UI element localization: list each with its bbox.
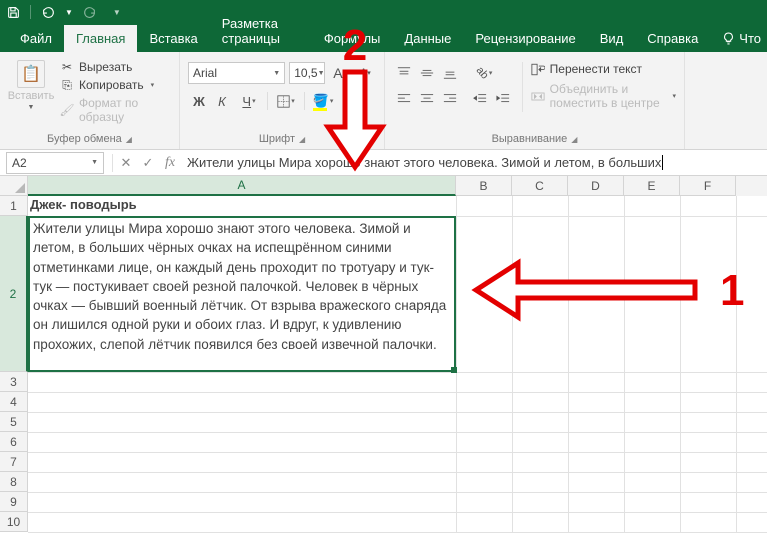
enter-button[interactable]: ✓	[137, 152, 159, 174]
align-bottom-button[interactable]	[439, 62, 461, 84]
row-header-10[interactable]: 10	[0, 512, 28, 532]
undo-icon[interactable]	[41, 5, 55, 19]
row-header-1[interactable]: 1	[0, 196, 28, 216]
font-size-select[interactable]: 10,5▼	[289, 62, 325, 84]
format-painter-button: 🖌Формат по образцу	[60, 96, 171, 124]
tab-review[interactable]: Рецензирование	[463, 25, 587, 52]
tab-insert[interactable]: Вставка	[137, 25, 209, 52]
italic-button[interactable]: К	[211, 90, 233, 112]
name-box[interactable]: A2▼	[6, 152, 104, 174]
col-header-f[interactable]: F	[680, 176, 736, 196]
align-middle-button[interactable]	[416, 62, 438, 84]
quick-access-toolbar: ▼ ▼	[0, 0, 767, 24]
decrease-font-button[interactable]: A▾	[355, 62, 376, 84]
select-all-button[interactable]	[0, 176, 28, 196]
tab-formulas[interactable]: Формулы	[312, 25, 393, 52]
tab-view[interactable]: Вид	[588, 25, 636, 52]
brush-icon: 🖌	[60, 103, 74, 117]
cell-a1[interactable]: Джек- поводырь	[30, 197, 137, 212]
orientation-button[interactable]: ab▾	[469, 62, 499, 84]
save-icon[interactable]	[6, 5, 20, 19]
qat-customize-icon[interactable]: ▼	[113, 8, 121, 17]
group-clipboard: 📋 Вставить ▼ ✂Вырезать ⎘Копировать▾ 🖌Фор…	[0, 52, 180, 149]
align-left-button[interactable]	[393, 88, 415, 110]
dialog-launcher-icon[interactable]: ◢	[126, 135, 132, 144]
col-header-c[interactable]: C	[512, 176, 568, 196]
formula-input[interactable]: Жители улицы Мира хорошо знают этого чел…	[181, 155, 767, 170]
row-header-7[interactable]: 7	[0, 452, 28, 472]
tab-file[interactable]: Файл	[8, 25, 64, 52]
row-header-6[interactable]: 6	[0, 432, 28, 452]
redo-icon[interactable]	[83, 5, 97, 19]
group-font: Arial▼ 10,5▼ A▴ A▾ Ж К Ч▾ ▾ 🪣▾ A▾ Шрифт ◢	[180, 52, 385, 149]
wrap-text-button[interactable]: Перенести текст	[531, 62, 676, 76]
paste-icon: 📋	[17, 60, 45, 88]
row-header-3[interactable]: 3	[0, 372, 28, 392]
group-alignment: ab▾ Перенести текст Объединить и помести…	[385, 52, 685, 149]
bold-button[interactable]: Ж	[188, 90, 210, 112]
copy-icon: ⎘	[60, 78, 74, 92]
dialog-launcher-icon[interactable]: ◢	[571, 135, 577, 144]
cell-a2-selected[interactable]: Жители улицы Мира хорошо знают этого чел…	[28, 216, 456, 372]
tab-tell-me[interactable]: Что	[710, 25, 767, 52]
align-top-button[interactable]	[393, 62, 415, 84]
row-header-9[interactable]: 9	[0, 492, 28, 512]
cancel-button[interactable]: ✕	[115, 152, 137, 174]
row-header-4[interactable]: 4	[0, 392, 28, 412]
formula-bar: A2▼ ✕ ✓ fx Жители улицы Мира хорошо знаю…	[0, 150, 767, 176]
ribbon-tabs: Файл Главная Вставка Разметка страницы Ф…	[0, 24, 767, 52]
wrap-text-icon	[531, 62, 545, 76]
scissors-icon: ✂	[60, 60, 74, 74]
increase-font-button[interactable]: A▴	[329, 62, 350, 84]
row-header-8[interactable]: 8	[0, 472, 28, 492]
borders-button[interactable]: ▾	[271, 90, 301, 112]
underline-button[interactable]: Ч▾	[234, 90, 264, 112]
spreadsheet-grid: A B C D E F 1 2 3 4 5 6 7 8 9 10	[0, 176, 767, 532]
insert-function-button[interactable]: fx	[159, 152, 181, 174]
group-label-alignment: Выравнивание	[492, 133, 568, 145]
fill-color-button[interactable]: 🪣▾	[308, 90, 338, 112]
align-center-button[interactable]	[416, 88, 438, 110]
font-name-select[interactable]: Arial▼	[188, 62, 285, 84]
row-header-5[interactable]: 5	[0, 412, 28, 432]
col-header-b[interactable]: B	[456, 176, 512, 196]
decrease-indent-button[interactable]	[469, 88, 491, 110]
align-right-button[interactable]	[439, 88, 461, 110]
cut-button[interactable]: ✂Вырезать	[60, 60, 171, 74]
tab-pagelayout[interactable]: Разметка страницы	[210, 10, 312, 52]
group-label-font: Шрифт	[259, 133, 295, 145]
cells-area[interactable]: Джек- поводырь Жители улицы Мира хорошо …	[28, 196, 767, 532]
tab-help[interactable]: Справка	[635, 25, 710, 52]
group-label-clipboard: Буфер обмена	[47, 133, 122, 145]
merge-icon	[531, 89, 545, 103]
paste-button: 📋 Вставить ▼	[8, 60, 54, 124]
ribbon: 📋 Вставить ▼ ✂Вырезать ⎘Копировать▾ 🖌Фор…	[0, 52, 767, 150]
tab-data[interactable]: Данные	[392, 25, 463, 52]
fill-handle[interactable]	[451, 367, 457, 373]
col-header-d[interactable]: D	[568, 176, 624, 196]
col-header-a[interactable]: A	[28, 176, 456, 196]
merge-center-button: Объединить и поместить в центре▾	[531, 82, 676, 110]
undo-dropdown-icon[interactable]: ▼	[65, 8, 73, 17]
copy-button[interactable]: ⎘Копировать▾	[60, 78, 171, 92]
col-header-e[interactable]: E	[624, 176, 680, 196]
increase-indent-button[interactable]	[492, 88, 514, 110]
tab-home[interactable]: Главная	[64, 25, 137, 52]
row-header-2[interactable]: 2	[0, 216, 28, 372]
font-color-button[interactable]: A▾	[339, 90, 369, 112]
dialog-launcher-icon[interactable]: ◢	[299, 135, 305, 144]
